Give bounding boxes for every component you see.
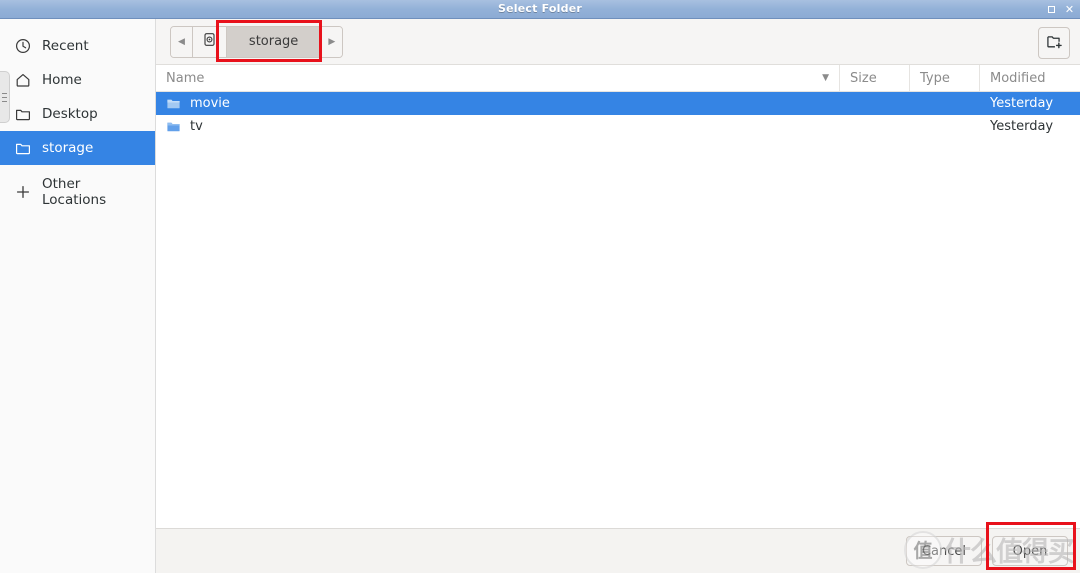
create-folder-icon xyxy=(1046,33,1063,54)
path-back-button[interactable]: ◀ xyxy=(171,26,193,57)
file-size-cell xyxy=(840,92,910,115)
home-icon xyxy=(14,71,32,89)
places-sidebar: Recent Home Desktop storage Other Locati… xyxy=(0,19,156,573)
chevron-right-icon: ▶ xyxy=(328,36,336,47)
sidebar-item-label: Other Locations xyxy=(42,176,107,208)
path-button-storage[interactable]: storage xyxy=(226,26,322,57)
column-header-size[interactable]: Size xyxy=(840,65,910,91)
column-header-modified[interactable]: Modified xyxy=(980,65,1080,91)
chevron-left-icon: ◀ xyxy=(178,36,185,47)
folder-icon xyxy=(14,105,32,123)
file-modified-cell: Yesterday xyxy=(990,96,1054,111)
drive-icon xyxy=(202,32,217,51)
file-name-cell: tv xyxy=(156,115,840,138)
title-bar: Select Folder ✕ xyxy=(0,0,1080,19)
folder-icon xyxy=(14,139,32,157)
create-folder-button[interactable] xyxy=(1038,27,1070,59)
sidebar-item-other-locations[interactable]: Other Locations xyxy=(0,175,155,209)
column-header-label: Size xyxy=(850,70,877,86)
grip-line xyxy=(2,100,7,102)
column-header-label: Modified xyxy=(990,70,1046,86)
table-row[interactable]: movie Yesterday xyxy=(156,92,1080,115)
sort-descending-icon: ▼ xyxy=(822,73,829,83)
path-forward-button[interactable]: ▶ xyxy=(321,26,343,57)
close-icon: ✕ xyxy=(1064,2,1075,16)
sidebar-item-label: Desktop xyxy=(42,106,98,122)
path-bar-row: ◀ storage ▶ xyxy=(156,19,1080,65)
column-header-label: Type xyxy=(920,70,950,86)
sidebar-item-label: storage xyxy=(42,140,94,156)
sidebar-item-recent[interactable]: Recent xyxy=(0,29,155,63)
window-title: Select Folder xyxy=(498,2,582,15)
folder-icon xyxy=(166,119,182,135)
sidebar-item-home[interactable]: Home xyxy=(0,63,155,97)
sidebar-item-label: Recent xyxy=(42,38,89,54)
table-row[interactable]: tv Yesterday xyxy=(156,115,1080,138)
sidebar-separator xyxy=(0,165,155,175)
path-bar: ◀ storage ▶ xyxy=(170,25,344,58)
action-bar: Cancel Open 值 什么值得买 xyxy=(156,528,1080,573)
dialog-body: Recent Home Desktop storage Other Locati… xyxy=(0,19,1080,573)
select-folder-dialog: Select Folder ✕ Recent Home Desktop stor… xyxy=(0,0,1080,573)
grip-line xyxy=(2,96,7,98)
restore-button[interactable] xyxy=(1046,4,1057,15)
restore-icon xyxy=(1048,5,1055,13)
column-header-label: Name xyxy=(166,70,205,86)
clock-icon xyxy=(14,37,32,55)
sidebar-resize-handle[interactable] xyxy=(0,71,10,123)
path-device-button[interactable] xyxy=(192,26,227,57)
sidebar-item-label: Home xyxy=(42,72,82,88)
column-headers: Name ▼ Size Type Modified xyxy=(156,65,1080,92)
file-name-label: movie xyxy=(190,96,230,111)
plus-icon xyxy=(14,183,32,201)
file-modified-cell: Yesterday xyxy=(990,119,1054,134)
column-header-type[interactable]: Type xyxy=(910,65,980,91)
file-size-cell xyxy=(840,115,910,138)
file-list[interactable]: movie Yesterday tv Yesterday xyxy=(156,92,1080,528)
folder-icon xyxy=(166,96,182,112)
sidebar-item-storage[interactable]: storage xyxy=(0,131,155,165)
sidebar-item-desktop[interactable]: Desktop xyxy=(0,97,155,131)
file-type-cell xyxy=(910,92,980,115)
window-controls: ✕ xyxy=(1046,0,1075,18)
path-button-label: storage xyxy=(248,34,299,49)
file-type-cell xyxy=(910,115,980,138)
file-name-cell: movie xyxy=(156,92,840,115)
grip-line xyxy=(2,92,7,94)
open-button[interactable]: Open xyxy=(992,536,1068,566)
file-name-label: tv xyxy=(190,119,203,134)
close-button[interactable]: ✕ xyxy=(1064,4,1075,15)
main-pane: ◀ storage ▶ Name ▼ Size Type Modified mo… xyxy=(156,19,1080,573)
cancel-button[interactable]: Cancel xyxy=(906,536,982,566)
column-header-name[interactable]: Name ▼ xyxy=(156,65,840,91)
